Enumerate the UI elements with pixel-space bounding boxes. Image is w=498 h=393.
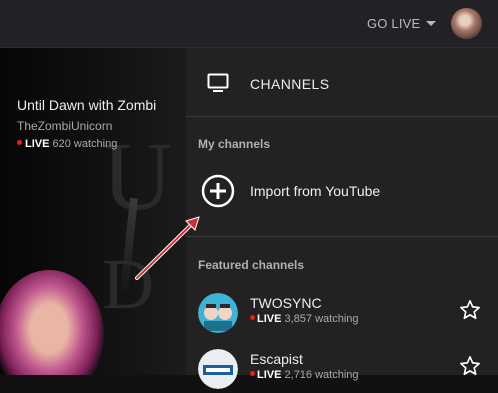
watching-count: 3,857 watching: [284, 313, 359, 325]
live-label: LIVE: [25, 138, 50, 150]
star-icon[interactable]: [459, 299, 481, 321]
featured-channel-escapist[interactable]: Escapist LIVE 2,716 watching: [186, 347, 498, 393]
live-dot-icon: [250, 315, 255, 320]
stream-channel[interactable]: TheZombiUnicorn: [17, 119, 112, 133]
tv-icon: [207, 73, 229, 92]
channel-avatar: [198, 349, 238, 389]
my-channels-heading: My channels: [198, 137, 271, 151]
featured-channels-heading: Featured channels: [198, 258, 305, 272]
channel-live-status: LIVE 2,716 watching: [250, 369, 359, 381]
go-live-button[interactable]: GO LIVE: [367, 16, 437, 31]
live-label: LIVE: [257, 313, 282, 325]
channel-avatar: [198, 293, 238, 333]
background-art-2: D: [102, 244, 154, 324]
channels-drawer: CHANNELS My channels Import from YouTube…: [186, 48, 498, 389]
caret-down-icon: [426, 21, 437, 26]
watching-count: 2,716 watching: [284, 369, 359, 381]
drawer-header: CHANNELS: [186, 48, 498, 117]
live-label: LIVE: [257, 369, 282, 381]
watching-count: 620 watching: [52, 138, 118, 150]
section-divider: [186, 236, 498, 237]
stream-live-status: LIVE 620 watching: [17, 138, 117, 150]
streamer-webcam: [0, 270, 104, 375]
live-dot-icon: [250, 371, 255, 376]
stream-title[interactable]: Until Dawn with Zombi: [17, 97, 156, 113]
top-bar: GO LIVE: [0, 0, 498, 48]
plus-circle-icon: [201, 174, 235, 208]
channel-name: Escapist: [250, 351, 303, 367]
star-icon[interactable]: [459, 355, 481, 377]
user-avatar[interactable]: [451, 8, 482, 39]
channel-name: TWOSYNC: [250, 295, 322, 311]
import-from-youtube-button[interactable]: Import from YouTube: [186, 170, 498, 214]
live-dot-icon: [17, 140, 22, 145]
featured-channel-twosync[interactable]: TWOSYNC LIVE 3,857 watching: [186, 291, 498, 337]
import-label: Import from YouTube: [250, 183, 381, 199]
stream-preview[interactable]: U D Until Dawn with Zombi TheZombiUnicor…: [0, 48, 186, 375]
channel-live-status: LIVE 3,857 watching: [250, 313, 359, 325]
drawer-title: CHANNELS: [250, 76, 330, 92]
go-live-label: GO LIVE: [367, 16, 421, 31]
